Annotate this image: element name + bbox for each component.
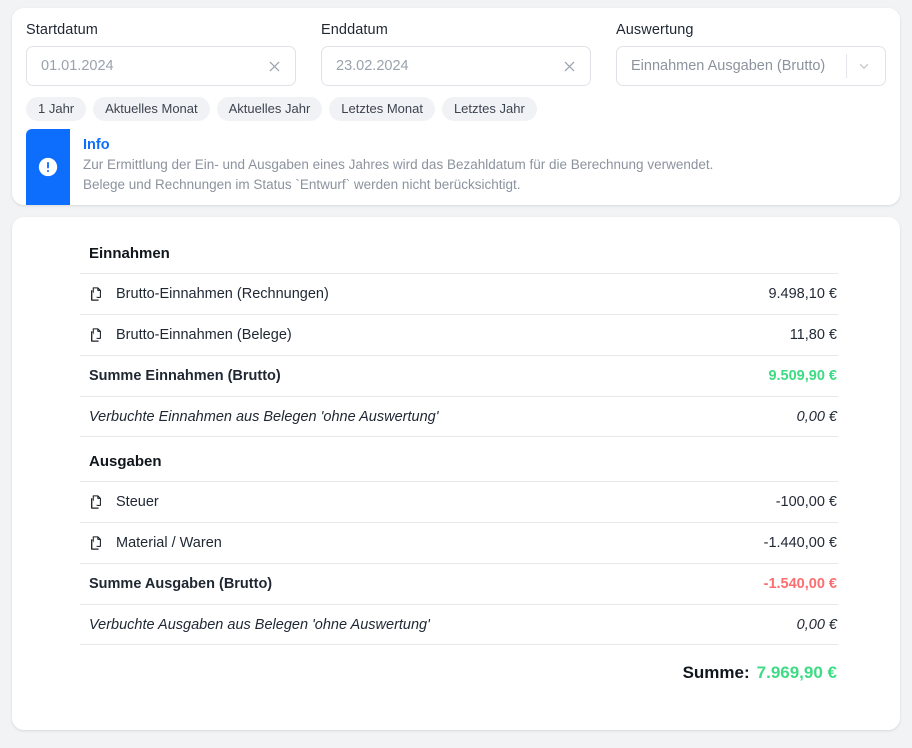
expense-row-1-label: Material / Waren — [89, 535, 764, 552]
table-row: Brutto-Einnahmen (Belege) 11,80 € — [80, 314, 838, 355]
documents-icon — [89, 327, 106, 344]
quick-filter-letztes-jahr[interactable]: Letztes Jahr — [441, 97, 537, 121]
table-row: Material / Waren -1.440,00 € — [80, 522, 838, 563]
start-date-value: 01.01.2024 — [41, 58, 114, 74]
income-total-row: Summe Einnahmen (Brutto) 9.509,90 € — [80, 355, 838, 396]
quick-filter-1-jahr[interactable]: 1 Jahr — [26, 97, 87, 121]
documents-icon — [89, 535, 106, 552]
income-row-0-text: Brutto-Einnahmen (Rechnungen) — [116, 286, 329, 302]
evaluation-field: Auswertung Einnahmen Ausgaben (Brutto) — [616, 22, 886, 86]
income-total-amount: 9.509,90 € — [768, 368, 837, 384]
start-date-label: Startdatum — [26, 22, 98, 38]
income-note-amount: 0,00 € — [796, 408, 837, 425]
close-icon[interactable] — [558, 55, 580, 77]
expense-row-1-text: Material / Waren — [116, 535, 222, 551]
expense-row-0-amount: -100,00 € — [775, 494, 837, 510]
exclamation-circle-icon — [37, 156, 59, 178]
table-row: Steuer -100,00 € — [80, 481, 838, 522]
expenses-total-amount: -1.540,00 € — [763, 576, 837, 592]
expenses-note-row: Verbuchte Ausgaben aus Belegen 'ohne Aus… — [80, 604, 838, 645]
results-card: Einnahmen Brutto-Einnahmen (Rechnungen) … — [12, 217, 900, 730]
quick-filter-letztes-monat[interactable]: Letztes Monat — [329, 97, 435, 121]
income-row-1-label: Brutto-Einnahmen (Belege) — [89, 327, 790, 344]
info-body: Info Zur Ermittlung der Ein- und Ausgabe… — [70, 129, 713, 205]
end-date-label: Enddatum — [321, 22, 388, 38]
quick-filter-aktuelles-monat[interactable]: Aktuelles Monat — [93, 97, 210, 121]
end-date-value: 23.02.2024 — [336, 58, 409, 74]
expense-row-1-amount: -1.440,00 € — [763, 535, 837, 551]
info-title: Info — [83, 137, 110, 153]
quick-filter-pills: 1 Jahr Aktuelles Monat Aktuelles Jahr Le… — [26, 97, 886, 123]
expenses-total-label: Summe Ausgaben (Brutto) — [89, 576, 273, 592]
evaluation-value: Einnahmen Ausgaben (Brutto) — [631, 58, 826, 74]
evaluation-label: Auswertung — [616, 22, 694, 38]
info-banner: Info Zur Ermittlung der Ein- und Ausgabe… — [26, 129, 886, 205]
expenses-note-label: Verbuchte Ausgaben aus Belegen 'ohne Aus… — [89, 616, 430, 633]
filter-fields: Startdatum 01.01.2024 Enddatum 23.02.202… — [26, 22, 886, 86]
report-page: Startdatum 01.01.2024 Enddatum 23.02.202… — [0, 0, 912, 748]
info-line-2: Belege und Rechnungen im Status `Entwurf… — [83, 177, 521, 192]
income-row-1-text: Brutto-Einnahmen (Belege) — [116, 327, 292, 343]
grand-total: Summe: 7.969,90 € — [80, 645, 838, 683]
expense-row-0-text: Steuer — [116, 494, 159, 510]
expense-row-0-label: Steuer — [89, 494, 776, 511]
expenses-section-title: Ausgaben — [89, 453, 162, 470]
income-row-1-amount: 11,80 € — [789, 327, 837, 343]
chevron-down-icon[interactable] — [853, 55, 875, 77]
start-date-field: Startdatum 01.01.2024 — [26, 22, 296, 86]
income-note-label: Verbuchte Einnahmen aus Belegen 'ohne Au… — [89, 408, 439, 425]
income-total-label: Summe Einnahmen (Brutto) — [89, 368, 281, 384]
close-icon[interactable] — [263, 55, 285, 77]
income-section-title: Einnahmen — [89, 245, 170, 262]
evaluation-select[interactable]: Einnahmen Ausgaben (Brutto) — [616, 46, 886, 86]
income-row-0-label: Brutto-Einnahmen (Rechnungen) — [89, 286, 768, 303]
end-date-field: Enddatum 23.02.2024 — [321, 22, 591, 86]
expenses-total-row: Summe Ausgaben (Brutto) -1.540,00 € — [80, 563, 838, 604]
select-divider — [846, 54, 847, 78]
info-line-1: Zur Ermittlung der Ein- und Ausgaben ein… — [83, 157, 714, 172]
documents-icon — [89, 286, 106, 303]
filter-card: Startdatum 01.01.2024 Enddatum 23.02.202… — [12, 8, 900, 205]
grand-total-label: Summe: — [682, 663, 750, 682]
end-date-input[interactable]: 23.02.2024 — [321, 46, 591, 86]
table-row: Brutto-Einnahmen (Rechnungen) 9.498,10 € — [80, 273, 838, 314]
documents-icon — [89, 494, 106, 511]
income-note-row: Verbuchte Einnahmen aus Belegen 'ohne Au… — [80, 396, 838, 437]
quick-filter-aktuelles-jahr[interactable]: Aktuelles Jahr — [216, 97, 323, 121]
info-accent-bar — [26, 129, 70, 205]
start-date-input[interactable]: 01.01.2024 — [26, 46, 296, 86]
expenses-note-amount: 0,00 € — [796, 616, 837, 633]
grand-total-amount: 7.969,90 € — [756, 663, 837, 682]
income-row-0-amount: 9.498,10 € — [768, 286, 837, 302]
